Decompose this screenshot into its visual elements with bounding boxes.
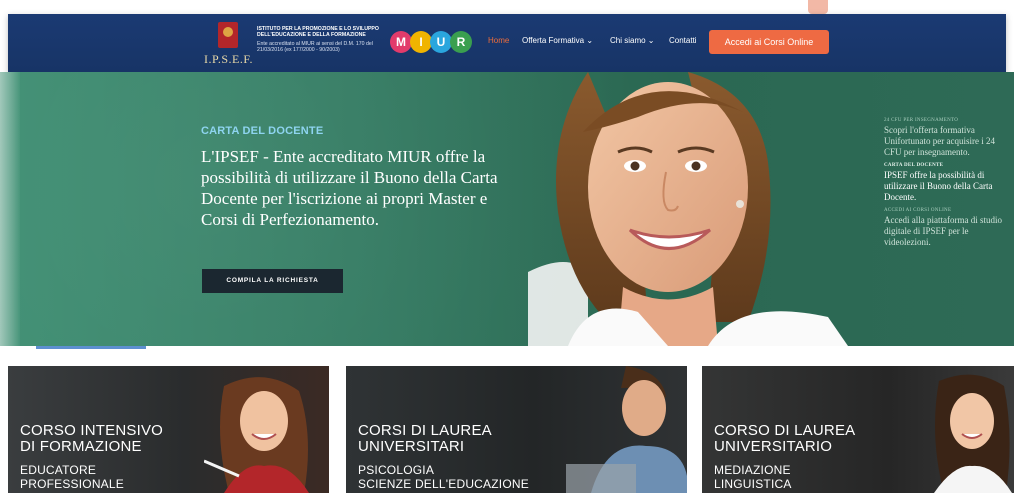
institute-info: ISTITUTO PER LA PROMOZIONE E LO SVILUPPO… (257, 26, 387, 53)
card-title-line1: CORSO DI LAUREA (714, 422, 856, 439)
card-subtitle: EDUCATORE PROFESSIONALE (20, 463, 124, 491)
hero-side-menu: 24 CFU PER INSEGNAMENTO Scopri l'offerta… (884, 118, 1014, 253)
hero-woman-photo (528, 72, 848, 346)
card-subtitle-line2: LINGUISTICA (714, 477, 792, 491)
card-title-line2: UNIVERSITARIO (714, 438, 833, 455)
card-title: CORSO DI LAUREA UNIVERSITARIO (714, 423, 855, 455)
top-strip (0, 0, 1014, 14)
card-title: CORSI DI LAUREA UNIVERSITARI (358, 423, 492, 455)
side-item-carta-docente-label[interactable]: CARTA DEL DOCENTE (884, 163, 1014, 168)
nav-home[interactable]: Home (488, 36, 509, 45)
logo-text: I.P.S.E.F. (204, 52, 254, 66)
card-title-line2: UNIVERSITARI (358, 438, 465, 455)
miur-letter-u: U (430, 31, 452, 53)
nav-chi-siamo[interactable]: Chi siamo ⌄ (610, 36, 655, 45)
card-subtitle-line1: EDUCATORE (20, 463, 97, 477)
nav-contatti[interactable]: Contatti (669, 36, 697, 45)
card-woman-photo (934, 374, 1012, 493)
card-subtitle: PSICOLOGIA SCIENZE DELL'EDUCAZIONE (358, 463, 529, 491)
course-card-psicologia[interactable]: CORSI DI LAUREA UNIVERSITARI PSICOLOGIA … (346, 366, 687, 493)
hero-banner: CARTA DEL DOCENTE L'IPSEF - Ente accredi… (0, 72, 1014, 346)
course-card-educatore[interactable]: CORSO INTENSIVO DI FORMAZIONE EDUCATORE … (8, 366, 329, 493)
card-title: CORSO INTENSIVO DI FORMAZIONE (20, 423, 163, 455)
miur-letter-i: I (410, 31, 432, 53)
card-subtitle-line1: PSICOLOGIA (358, 463, 435, 477)
social-icon[interactable] (808, 0, 828, 14)
side-item-24cfu-label[interactable]: 24 CFU PER INSEGNAMENTO (884, 118, 1014, 123)
miur-letter-r: R (450, 31, 472, 53)
card-subtitle-line2: PROFESSIONALE (20, 477, 124, 491)
side-item-carta-docente-text[interactable]: IPSEF offre la possibilità di utilizzare… (884, 170, 1014, 203)
card-man-photo (566, 366, 687, 493)
page: I.P.S.E.F. ISTITUTO PER LA PROMOZIONE E … (0, 0, 1014, 493)
ipsef-emblem-icon (218, 22, 238, 48)
side-item-online-courses-label[interactable]: ACCEDI AI CORSI ONLINE (884, 208, 1014, 213)
card-title-line2: DI FORMAZIONE (20, 438, 142, 455)
card-title-line1: CORSI DI LAUREA (358, 422, 492, 439)
ipsef-logo[interactable]: I.P.S.E.F. (204, 22, 260, 66)
hero-headline: L'IPSEF - Ente accreditato MIUR offre la… (201, 147, 498, 229)
hero-edge-highlight (0, 72, 20, 346)
nav-offerta-formativa[interactable]: Offerta Formativa ⌄ (522, 36, 593, 45)
access-online-courses-button[interactable]: Accedi ai Corsi Online (709, 30, 829, 54)
card-subtitle-line1: MEDIAZIONE (714, 463, 791, 477)
compile-request-button[interactable]: COMPILA LA RICHIESTA (202, 269, 343, 293)
site-header: I.P.S.E.F. ISTITUTO PER LA PROMOZIONE E … (8, 14, 1006, 72)
card-title-line1: CORSO INTENSIVO (20, 422, 164, 439)
course-card-mediazione[interactable]: CORSO DI LAUREA UNIVERSITARIO MEDIAZIONE… (702, 366, 1014, 493)
card-subtitle: MEDIAZIONE LINGUISTICA (714, 463, 792, 491)
miur-letter-m: M (390, 31, 412, 53)
hero-overline: CARTA DEL DOCENTE (201, 125, 324, 137)
institute-name: ISTITUTO PER LA PROMOZIONE E LO SVILUPPO… (257, 26, 379, 38)
accreditation-text: Ente accreditato al MIUR ai sensi del D.… (257, 41, 373, 53)
section-tab-indicator (36, 346, 146, 349)
miur-logo: M I U R (390, 31, 474, 55)
card-subtitle-line2: SCIENZE DELL'EDUCAZIONE (358, 477, 529, 491)
card-woman-photo (204, 377, 309, 493)
side-item-24cfu-text[interactable]: Scopri l'offerta formativa Unifortunato … (884, 125, 1014, 158)
side-item-online-courses-text[interactable]: Accedi alla piattaforma di studio digita… (884, 215, 1014, 248)
